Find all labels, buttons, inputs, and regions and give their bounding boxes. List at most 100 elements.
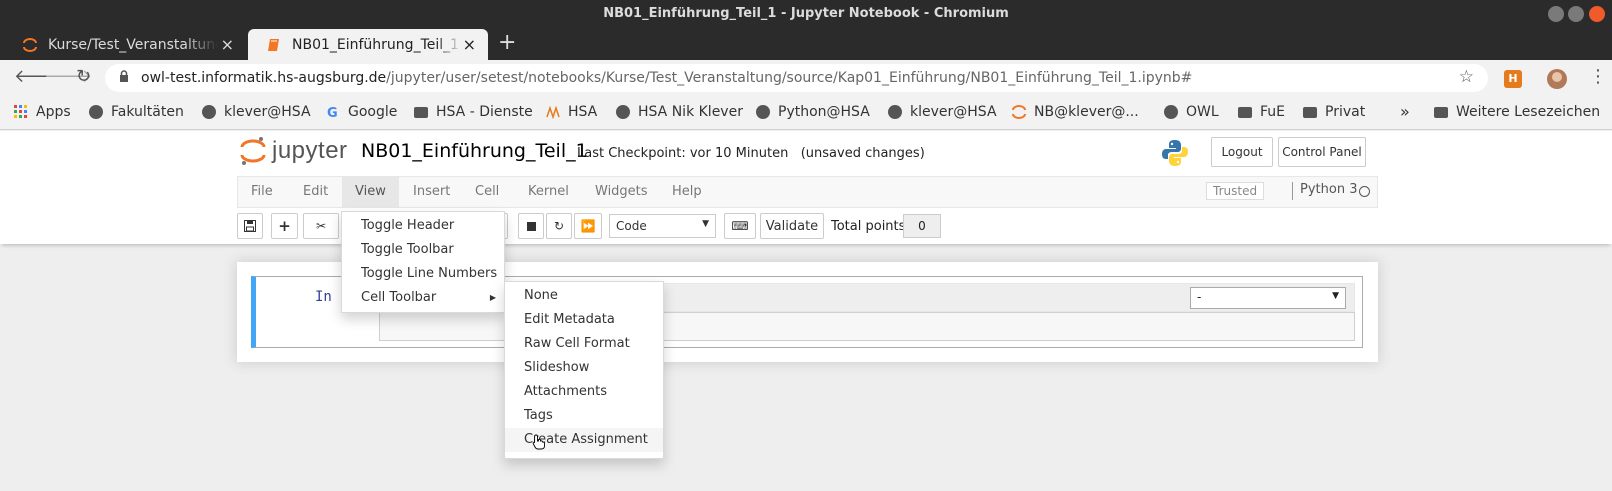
globe-icon bbox=[616, 105, 630, 119]
bookmark-hsa-nik-klever[interactable]: HSA Nik Klever bbox=[616, 104, 743, 120]
bookmark-apps[interactable]: Apps bbox=[14, 104, 71, 120]
chevron-down-icon: ▼ bbox=[1332, 291, 1339, 301]
url-path: /jupyter/user/setest/notebooks/Kurse/Tes… bbox=[386, 70, 1193, 86]
lock-icon bbox=[120, 70, 128, 82]
submenu-arrow-icon: ▶ bbox=[489, 293, 496, 302]
bookmark-label: klever@HSA bbox=[910, 104, 997, 120]
window-titlebar: NB01_Einführung_Teil_1 - Jupyter Noteboo… bbox=[0, 0, 1612, 28]
submenu-item-attachments[interactable]: Attachments bbox=[505, 380, 663, 404]
submenu-item-raw-cell-format[interactable]: Raw Cell Format bbox=[505, 332, 663, 356]
close-window-button[interactable] bbox=[1589, 6, 1605, 22]
bookmarks-bar: Apps Fakultäten klever@HSA G Google HSA … bbox=[0, 96, 1612, 130]
profile-avatar[interactable] bbox=[1547, 69, 1567, 89]
new-tab-button[interactable]: + bbox=[498, 30, 516, 55]
total-points-value: 0 bbox=[903, 214, 941, 238]
jupyter-header: jupyter NB01_Einführung_Teil_1 Last Chec… bbox=[0, 131, 1612, 176]
close-icon[interactable]: × bbox=[221, 35, 234, 54]
address-bar[interactable]: owl-test.informatik.hs-augsburg.de/jupyt… bbox=[105, 64, 1488, 92]
submenu-item-slideshow[interactable]: Slideshow bbox=[505, 356, 663, 380]
url-domain: owl-test.informatik.hs-augsburg.de bbox=[141, 70, 387, 86]
bookmark-owl[interactable]: OWL bbox=[1164, 104, 1219, 120]
menu-item-toggle-line-numbers[interactable]: Toggle Line Numbers bbox=[342, 262, 504, 286]
bookmark-label: OWL bbox=[1186, 104, 1219, 120]
hsa-icon bbox=[546, 105, 560, 119]
menu-file[interactable]: File bbox=[238, 177, 286, 207]
folder-icon bbox=[1238, 106, 1252, 118]
restart-button[interactable]: ↻ bbox=[546, 213, 572, 239]
folder-icon bbox=[1303, 106, 1317, 118]
minimize-button[interactable] bbox=[1548, 6, 1564, 22]
jupyter-logo[interactable]: jupyter bbox=[240, 136, 348, 166]
restart-run-all-button[interactable]: ⏩ bbox=[574, 213, 602, 239]
jupyter-logo-icon bbox=[240, 137, 266, 165]
tab-notebook[interactable]: NB01_Einführung_Teil_1 × bbox=[248, 29, 488, 60]
cell-toolbar-submenu: None Edit Metadata Raw Cell Format Slide… bbox=[504, 281, 664, 459]
bookmark-klever-hsa[interactable]: klever@HSA bbox=[202, 104, 311, 120]
bookmark-label: Weitere Lesezeichen bbox=[1456, 104, 1601, 120]
bookmark-star-icon[interactable]: ☆ bbox=[1459, 67, 1474, 87]
bookmark-fakultaeten[interactable]: Fakultäten bbox=[89, 104, 184, 120]
bookmark-hsa[interactable]: HSA bbox=[546, 104, 597, 120]
command-palette-button[interactable]: ⌨ bbox=[724, 213, 756, 239]
apps-grid-icon bbox=[14, 105, 27, 118]
hand-cursor-icon bbox=[532, 434, 545, 450]
bookmark-label: Python@HSA bbox=[778, 104, 870, 120]
validate-button[interactable]: Validate bbox=[760, 213, 824, 239]
trusted-badge[interactable]: Trusted bbox=[1206, 182, 1265, 200]
reload-icon[interactable]: ↻ bbox=[76, 66, 91, 87]
submenu-item-create-assignment[interactable]: Create Assignment bbox=[505, 428, 663, 452]
globe-icon bbox=[888, 105, 902, 119]
insert-cell-button[interactable]: + bbox=[271, 213, 298, 239]
menu-item-cell-toolbar[interactable]: Cell Toolbar ▶ bbox=[342, 286, 504, 310]
bookmark-nb-klever[interactable]: NB@klever@... bbox=[1012, 104, 1139, 120]
menu-widgets[interactable]: Widgets bbox=[582, 177, 661, 207]
bookmark-klever-hsa-2[interactable]: klever@HSA bbox=[888, 104, 997, 120]
keyboard-icon: ⌨ bbox=[731, 219, 749, 233]
tab-strip: Kurse/Test_Veranstaltung × NB01_Einführu… bbox=[0, 28, 1612, 60]
browser-menu-icon[interactable]: ⋮ bbox=[1589, 66, 1607, 87]
control-panel-button[interactable]: Control Panel bbox=[1278, 137, 1366, 167]
submenu-item-tags[interactable]: Tags bbox=[505, 404, 663, 428]
menu-item-toggle-header[interactable]: Toggle Header bbox=[342, 214, 504, 238]
view-menu-dropdown: Toggle Header Toggle Toolbar Toggle Line… bbox=[341, 211, 505, 313]
menu-cell[interactable]: Cell bbox=[462, 177, 512, 207]
logout-button[interactable]: Logout bbox=[1211, 137, 1273, 167]
submenu-item-none[interactable]: None bbox=[505, 284, 663, 308]
cut-button[interactable]: ✂ bbox=[303, 213, 339, 239]
python-logo-icon bbox=[1162, 140, 1188, 166]
menu-edit[interactable]: Edit bbox=[290, 177, 341, 207]
bookmark-label: HSA bbox=[568, 104, 598, 120]
notebook-favicon-icon bbox=[268, 38, 279, 51]
menu-kernel[interactable]: Kernel bbox=[515, 177, 582, 207]
cell-type-select[interactable]: Code ▼ bbox=[609, 214, 716, 238]
bookmark-python-hsa[interactable]: Python@HSA bbox=[756, 104, 870, 120]
maximize-button[interactable] bbox=[1568, 6, 1584, 22]
notebook-name[interactable]: NB01_Einführung_Teil_1 bbox=[361, 140, 588, 162]
save-button[interactable] bbox=[237, 213, 263, 239]
folder-icon bbox=[1434, 106, 1448, 118]
extension-icon[interactable]: H bbox=[1504, 70, 1522, 88]
bookmark-google[interactable]: G Google bbox=[326, 104, 397, 120]
fast-forward-icon: ⏩ bbox=[580, 219, 596, 233]
menu-view[interactable]: View bbox=[342, 177, 399, 207]
google-icon: G bbox=[327, 106, 338, 119]
url-text: owl-test.informatik.hs-augsburg.de/jupyt… bbox=[141, 70, 1192, 86]
checkpoint-text: Last Checkpoint: vor 10 Minuten bbox=[577, 146, 789, 161]
bookmark-other[interactable]: Weitere Lesezeichen bbox=[1434, 104, 1600, 120]
bookmark-label: HSA - Dienste bbox=[436, 104, 533, 120]
menu-insert[interactable]: Insert bbox=[400, 177, 463, 207]
menu-help[interactable]: Help bbox=[659, 177, 715, 207]
bookmark-privat[interactable]: Privat bbox=[1303, 104, 1365, 120]
tab-label: NB01_Einführung_Teil_1 bbox=[292, 36, 460, 53]
cell-toolbar-select[interactable]: - ▼ bbox=[1190, 287, 1346, 309]
bookmarks-overflow-button[interactable]: » bbox=[1400, 102, 1410, 121]
kernel-name: Python 3 bbox=[1300, 182, 1358, 197]
bookmark-fue[interactable]: FuE bbox=[1238, 104, 1285, 120]
submenu-item-edit-metadata[interactable]: Edit Metadata bbox=[505, 308, 663, 332]
close-icon[interactable]: × bbox=[463, 35, 476, 54]
interrupt-button[interactable] bbox=[518, 213, 544, 239]
globe-icon bbox=[756, 105, 770, 119]
tab-kurse[interactable]: Kurse/Test_Veranstaltung × bbox=[4, 29, 246, 60]
bookmark-hsa-dienste[interactable]: HSA - Dienste bbox=[414, 104, 533, 120]
menu-item-toggle-toolbar[interactable]: Toggle Toolbar bbox=[342, 238, 504, 262]
